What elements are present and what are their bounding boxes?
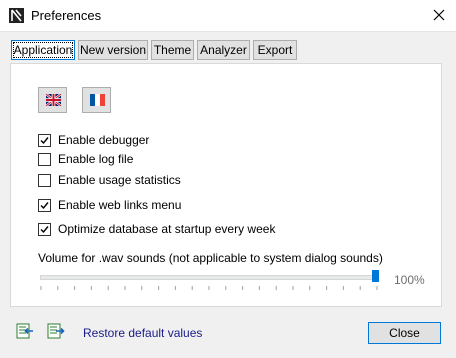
tab-application[interactable]: Application: [11, 40, 75, 60]
optimize-database-checkbox[interactable]: [38, 223, 51, 236]
option-label: Enable log file: [58, 152, 134, 166]
window-title: Preferences: [31, 8, 102, 23]
app-logo-icon: [9, 8, 24, 23]
tab-new-version[interactable]: New version: [78, 40, 148, 60]
volume-slider-track[interactable]: [40, 275, 378, 280]
tab-analyzer[interactable]: Analyzer: [197, 40, 250, 60]
checkmark-icon: [40, 202, 49, 210]
option-label: Enable web links menu: [58, 198, 182, 212]
export-settings-icon[interactable]: [47, 323, 65, 339]
checkmark-icon: [40, 226, 49, 234]
close-button[interactable]: Close: [368, 322, 441, 344]
france-flag-icon: [90, 94, 105, 106]
tab-export[interactable]: Export: [253, 40, 297, 60]
web-links-menu-checkbox[interactable]: [38, 199, 51, 212]
option-label: Optimize database at startup every week: [58, 222, 276, 236]
close-icon[interactable]: [429, 5, 449, 25]
log-file-checkbox[interactable]: [38, 153, 51, 166]
tab-theme[interactable]: Theme: [151, 40, 194, 60]
volume-slider-ticks: [40, 286, 378, 290]
volume-value: 100%: [394, 273, 425, 287]
uk-flag-icon: [46, 94, 61, 106]
checkmark-icon: [40, 137, 49, 145]
title-bar: Preferences: [0, 0, 456, 32]
import-settings-icon[interactable]: [16, 323, 34, 339]
english-language-button[interactable]: [38, 87, 67, 113]
volume-slider-thumb[interactable]: [371, 270, 379, 282]
french-language-button[interactable]: [82, 87, 111, 113]
option-label: Enable usage statistics: [58, 173, 181, 187]
restore-defaults-link[interactable]: Restore default values: [83, 326, 202, 340]
option-label: Enable debugger: [58, 133, 150, 147]
volume-label: Volume for .wav sounds (not applicable t…: [38, 251, 383, 265]
usage-statistics-checkbox[interactable]: [38, 174, 51, 187]
debugger-checkbox[interactable]: [38, 134, 51, 147]
